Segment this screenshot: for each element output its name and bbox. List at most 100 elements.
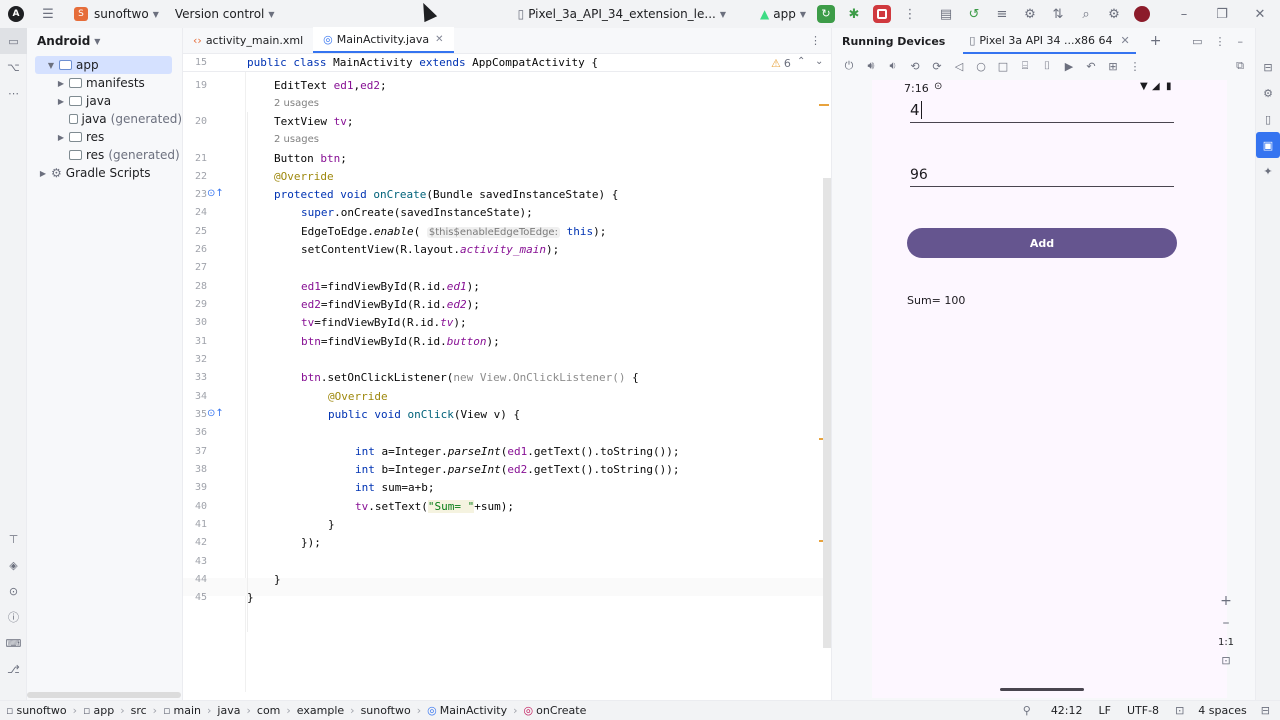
notifications-icon[interactable]: ⊟: [1256, 54, 1280, 80]
breadcrumb-item[interactable]: java: [217, 704, 240, 717]
editor-tabs-more-icon[interactable]: ⋮: [800, 27, 831, 53]
tab-mainactivity-java[interactable]: ◎ MainActivity.java ✕: [313, 27, 454, 53]
stop-icon[interactable]: [868, 0, 896, 28]
add-device-icon[interactable]: +: [1150, 33, 1162, 49]
add-button[interactable]: Add: [907, 228, 1177, 258]
sdk-manager-icon[interactable]: ⇅: [1044, 0, 1072, 28]
app-inspection-icon[interactable]: ⊙: [0, 578, 27, 604]
tree-item-res[interactable]: ▶ res: [27, 128, 182, 146]
caret-position[interactable]: 42:12: [1051, 704, 1083, 717]
implements-gutter-icon[interactable]: ⊙↑: [207, 408, 224, 419]
avatar[interactable]: [1128, 0, 1156, 28]
next-highlight-icon[interactable]: ⌄: [815, 56, 823, 67]
indent-setting[interactable]: 4 spaces: [1198, 704, 1247, 717]
rotate-left-icon[interactable]: ⟲: [904, 55, 926, 77]
gradle-tool-icon[interactable]: ⚙: [1256, 80, 1280, 106]
resource-manager-icon[interactable]: ◈: [0, 552, 27, 578]
run-config-selector[interactable]: ▲ app ▼: [754, 0, 812, 28]
build-variants-icon[interactable]: ⊤: [0, 526, 27, 552]
file-encoding[interactable]: UTF-8: [1127, 704, 1159, 717]
rerun-icon[interactable]: ↻: [812, 0, 840, 28]
vertical-scrollbar[interactable]: [823, 178, 831, 648]
main-menu-icon[interactable]: ☰: [34, 0, 62, 28]
more-tools-icon[interactable]: ⋯: [0, 80, 27, 106]
profiler-icon[interactable]: ⚙: [1016, 0, 1044, 28]
version-control-menu[interactable]: Version control ▼: [169, 0, 281, 28]
logcat-icon[interactable]: ≡: [988, 0, 1016, 28]
tree-item-java[interactable]: ▶ java: [27, 92, 182, 110]
home-icon[interactable]: ○: [970, 55, 992, 77]
terminal-icon[interactable]: ⌨: [0, 630, 27, 656]
close-tab-icon[interactable]: ✕: [435, 34, 443, 45]
volume-up-icon[interactable]: 🔊︎: [860, 55, 882, 77]
breadcrumb-item[interactable]: onCreate: [536, 704, 586, 717]
settings-icon[interactable]: ⚙: [1100, 0, 1128, 28]
previous-highlight-icon[interactable]: ⌃: [797, 56, 805, 67]
tree-item-java-generated[interactable]: java (generated): [27, 110, 182, 128]
gesture-bar[interactable]: [1000, 688, 1084, 691]
more-options-icon[interactable]: ⋮: [1124, 55, 1146, 77]
search-icon[interactable]: ⌕: [1072, 0, 1100, 28]
zoom-fit-icon[interactable]: ⊡: [1221, 654, 1230, 667]
zoom-actual-size[interactable]: 1:1: [1218, 637, 1234, 648]
memory-indicator-icon[interactable]: ⊟: [1261, 704, 1270, 717]
breadcrumb-item[interactable]: sunoftwo: [361, 704, 411, 717]
extended-controls-icon[interactable]: ⊞: [1102, 55, 1124, 77]
code-area[interactable]: 19 EditText ed1,ed2; 2 usages 20 TextVie…: [183, 72, 823, 692]
usages-hint[interactable]: 2 usages: [274, 134, 319, 145]
commit-tool-icon[interactable]: ⌥: [0, 54, 27, 80]
usages-hint[interactable]: 2 usages: [274, 98, 319, 109]
git-icon[interactable]: ⎇: [0, 656, 27, 682]
tree-item-app[interactable]: ▼ app: [35, 56, 172, 74]
device-manager-tool-icon[interactable]: ▯: [1256, 106, 1280, 132]
device-manager-icon[interactable]: ▤: [932, 0, 960, 28]
tree-item-res-generated[interactable]: res (generated): [27, 146, 182, 164]
project-tool-icon[interactable]: ▭: [0, 28, 27, 54]
tree-item-gradle-scripts[interactable]: ▶ ⚙ Gradle Scripts: [27, 164, 182, 182]
close-tab-icon[interactable]: ✕: [1120, 34, 1129, 47]
phone-screen[interactable]: 7:16 ⊙ ▼ ◢ ▮ 4 96 Add Sum= 100: [872, 80, 1227, 698]
project-view-selector[interactable]: Android ▼: [27, 28, 182, 54]
horizontal-scrollbar[interactable]: [27, 692, 181, 698]
zoom-out-icon[interactable]: –: [1223, 615, 1230, 631]
screen-record-icon[interactable]: ▶: [1058, 55, 1080, 77]
breadcrumb-item[interactable]: com: [257, 704, 281, 717]
device-selector[interactable]: ▯ Pixel_3a_API_34_extension_le... ▼: [512, 0, 732, 28]
breadcrumb-item[interactable]: example: [297, 704, 344, 717]
device-mirroring-icon[interactable]: ⧉: [1229, 55, 1251, 77]
number-one-input[interactable]: 4: [910, 101, 922, 119]
window-layout-icon[interactable]: ▭: [1192, 35, 1202, 48]
device-tab[interactable]: ▯ Pixel 3a API 34 ...x86 64 ✕: [963, 28, 1136, 54]
close-icon[interactable]: ✕: [1246, 0, 1274, 28]
breadcrumb-item[interactable]: main: [174, 704, 201, 717]
options-icon[interactable]: ⋮: [1215, 35, 1226, 48]
overview-icon[interactable]: □: [992, 55, 1014, 77]
line-separator[interactable]: LF: [1099, 704, 1111, 717]
minimize-icon[interactable]: –: [1170, 0, 1198, 28]
zoom-in-icon[interactable]: +: [1220, 593, 1232, 609]
fold-icon[interactable]: ⌸: [1014, 55, 1036, 77]
screenshot-icon[interactable]: ⌷: [1036, 55, 1058, 77]
restore-icon[interactable]: ❐: [1208, 0, 1236, 28]
sync-icon[interactable]: ↺: [960, 0, 988, 28]
tab-activity-main-xml[interactable]: ‹› activity_main.xml: [183, 27, 313, 53]
hide-panel-icon[interactable]: –: [1238, 35, 1244, 48]
warning-stripe[interactable]: [819, 104, 829, 106]
power-icon[interactable]: ⏻: [838, 55, 860, 77]
warning-count[interactable]: ⚠ 6: [771, 57, 791, 70]
override-gutter-icon[interactable]: ⊙↑: [207, 188, 224, 199]
running-devices-tool-icon[interactable]: ▣: [1256, 132, 1280, 158]
no-power-save-icon[interactable]: ⚲: [1023, 704, 1031, 717]
breadcrumb-item[interactable]: MainActivity: [440, 704, 507, 717]
back-icon[interactable]: ◁: [948, 55, 970, 77]
breadcrumb-item[interactable]: app: [93, 704, 114, 717]
problems-icon[interactable]: ⓘ: [0, 604, 27, 630]
number-two-input[interactable]: 96: [910, 167, 928, 183]
tree-item-manifests[interactable]: ▶ manifests: [27, 74, 182, 92]
project-switcher[interactable]: S sunoftwo ▼: [68, 0, 165, 28]
gemini-icon[interactable]: ✦: [1256, 158, 1280, 184]
breadcrumb-item[interactable]: sunoftwo: [16, 704, 66, 717]
snapshot-icon[interactable]: ↶: [1080, 55, 1102, 77]
debug-icon[interactable]: ✱: [840, 0, 868, 28]
volume-down-icon[interactable]: 🔉︎: [882, 55, 904, 77]
